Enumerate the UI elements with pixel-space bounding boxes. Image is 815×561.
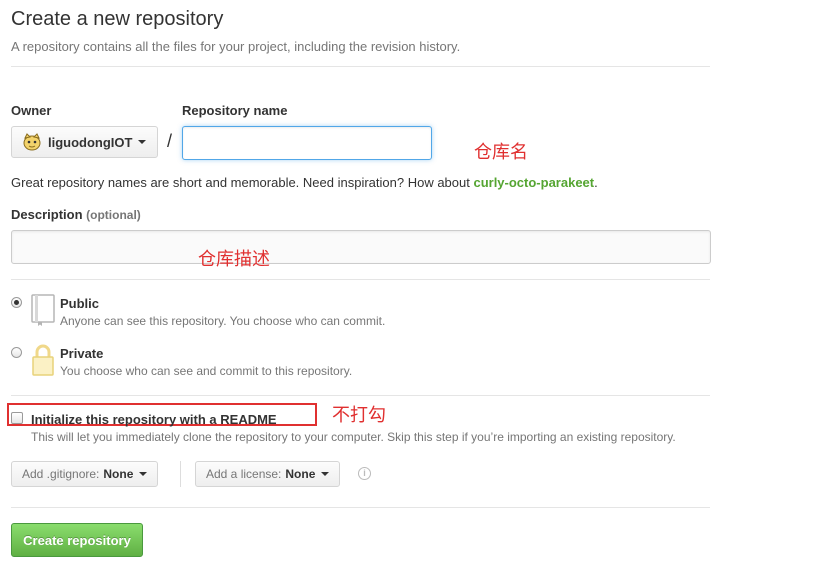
repo-name-input[interactable]: [182, 126, 432, 160]
owner-repo-separator: /: [167, 131, 173, 151]
optional-tag: (optional): [86, 208, 141, 222]
license-select[interactable]: Add a license: None: [195, 461, 341, 487]
divider: [11, 395, 710, 396]
name-suggestion-link[interactable]: curly-octo-parakeet: [473, 175, 594, 190]
chevron-down-icon: [139, 472, 148, 476]
repo-name-hint: Great repository names are short and mem…: [11, 175, 598, 190]
owner-name: liguodongIOT: [48, 134, 133, 150]
description-annotation: 仓库描述: [198, 249, 270, 270]
divider: [11, 279, 710, 280]
vertical-divider: [180, 461, 181, 487]
readme-desc: This will let you immediately clone the …: [31, 430, 676, 444]
private-option-title: Private: [60, 346, 104, 361]
gitignore-label: Add .gitignore:: [22, 467, 100, 481]
chevron-down-icon: [138, 140, 147, 144]
owner-label: Owner: [11, 103, 52, 118]
create-repository-button[interactable]: Create repository: [11, 523, 143, 557]
divider: [11, 66, 710, 67]
divider: [11, 507, 710, 508]
repo-name-label: Repository name: [182, 103, 288, 118]
description-label: Description (optional): [11, 207, 141, 222]
public-radio[interactable]: [11, 297, 22, 308]
page-subtitle: A repository contains all the files for …: [11, 39, 461, 54]
gitignore-value: None: [103, 467, 134, 481]
private-option-desc: You choose who can see and commit to thi…: [60, 364, 353, 378]
public-option-desc: Anyone can see this repository. You choo…: [60, 314, 386, 328]
gitignore-select[interactable]: Add .gitignore: None: [11, 461, 159, 487]
chevron-down-icon: [321, 472, 330, 476]
page-title: Create a new repository: [11, 8, 224, 30]
private-radio[interactable]: [11, 347, 22, 358]
hint-text: Great repository names are short and mem…: [11, 175, 474, 190]
description-input[interactable]: [11, 230, 711, 264]
book-icon: [31, 294, 55, 326]
lock-icon: [32, 344, 54, 376]
description-label-text: Description: [11, 207, 83, 222]
info-icon[interactable]: i: [358, 467, 371, 480]
readme-checkbox[interactable]: [11, 412, 23, 424]
repo-name-annotation: 仓库名: [474, 142, 528, 163]
license-value: None: [285, 467, 316, 481]
hint-end: .: [594, 175, 598, 190]
octocat-avatar-icon: [23, 133, 41, 151]
owner-select[interactable]: liguodongIOT: [11, 126, 158, 158]
license-label: Add a license:: [206, 467, 282, 481]
public-option-title: Public: [60, 296, 100, 311]
readme-label[interactable]: Initialize this repository with a README: [31, 412, 277, 427]
readme-annotation: 不打勾: [332, 405, 386, 426]
